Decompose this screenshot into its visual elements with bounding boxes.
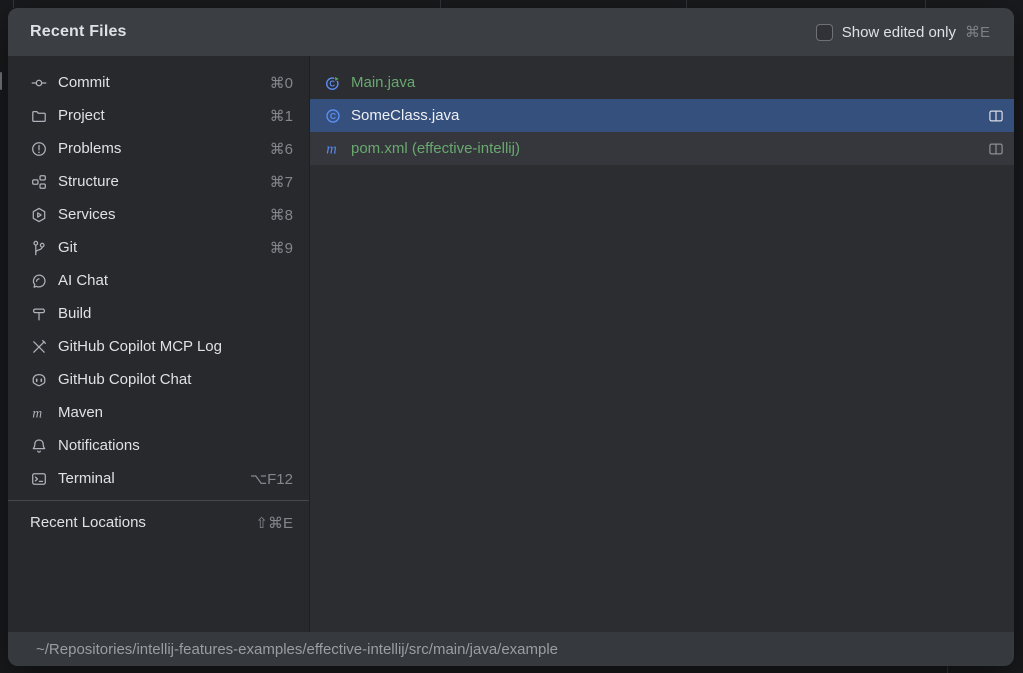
- commit-icon: [30, 74, 47, 91]
- sidebar-item-build[interactable]: Build: [8, 297, 309, 330]
- sidebar-item-label: Commit: [58, 74, 110, 91]
- file-name: pom.xml (effective-intellij): [351, 140, 520, 157]
- problems-icon: [30, 140, 47, 157]
- structure-icon: [30, 173, 47, 190]
- file-row-main-java[interactable]: C Main.java: [310, 66, 1014, 99]
- sidebar-item-project[interactable]: Project ⌘1: [8, 99, 309, 132]
- svg-text:m: m: [32, 405, 42, 420]
- sidebar-item-shortcut: ⌘8: [270, 206, 293, 224]
- sidebar-item-shortcut: ⌘6: [270, 140, 293, 158]
- popup-header: Recent Files Show edited only ⌘E: [8, 8, 1014, 56]
- tool-window-sidebar: Commit ⌘0 Project ⌘1 Problems ⌘6 Structure ⌘7 Se…: [8, 56, 310, 632]
- sidebar-item-shortcut: ⌘9: [270, 239, 293, 257]
- sidebar-item-label: Terminal: [58, 470, 115, 487]
- ide-panel-separator: [947, 666, 948, 673]
- sidebar-item-label: Git: [58, 239, 77, 256]
- services-icon: [30, 206, 47, 223]
- recent-locations-shortcut: ⇧⌘E: [255, 514, 293, 532]
- class-icon: C: [324, 107, 342, 124]
- show-edited-only-label[interactable]: Show edited only: [842, 24, 956, 41]
- selected-file-path: ~/Repositories/intellij-features-example…: [36, 641, 558, 658]
- ide-tab-separator: [13, 0, 14, 8]
- bell-icon: [30, 437, 47, 454]
- sidebar-item-problems[interactable]: Problems ⌘6: [8, 132, 309, 165]
- terminal-icon: [30, 470, 47, 487]
- open-in-split-icon[interactable]: [987, 107, 1004, 124]
- file-name: SomeClass.java: [351, 107, 459, 124]
- maven-icon: m: [30, 404, 47, 421]
- sidebar-item-label: Notifications: [58, 437, 140, 454]
- sidebar-item-github-copilot-mcp-log[interactable]: GitHub Copilot MCP Log: [8, 330, 309, 363]
- sidebar-item-shortcut: ⌥F12: [250, 470, 293, 488]
- sidebar-item-label: Build: [58, 305, 91, 322]
- sidebar-item-shortcut: ⌘7: [270, 173, 293, 191]
- sidebar-item-ai-chat[interactable]: AI Chat: [8, 264, 309, 297]
- sidebar-item-notifications[interactable]: Notifications: [8, 429, 309, 462]
- sidebar-divider: [8, 500, 309, 501]
- file-row-pom-xml-effective-intellij[interactable]: m pom.xml (effective-intellij): [310, 132, 1014, 165]
- maven-file-icon: m: [324, 140, 342, 157]
- sidebar-item-maven[interactable]: m Maven: [8, 396, 309, 429]
- open-in-split-icon[interactable]: [987, 140, 1004, 157]
- ai-chat-icon: [30, 272, 47, 289]
- ide-tab-separator: [925, 0, 926, 8]
- sidebar-item-label: Services: [58, 206, 116, 223]
- sidebar-item-label: GitHub Copilot Chat: [58, 371, 191, 388]
- recent-file-list: C Main.java C SomeClass.java m pom.xml (effec…: [310, 56, 1014, 632]
- ide-edge-notch: [0, 72, 2, 90]
- sidebar-item-shortcut: ⌘0: [270, 74, 293, 92]
- sidebar-item-structure[interactable]: Structure ⌘7: [8, 165, 309, 198]
- ide-tab-separator: [686, 0, 687, 8]
- recent-locations-label: Recent Locations: [30, 514, 146, 531]
- file-name: Main.java: [351, 74, 415, 91]
- svg-text:m: m: [326, 141, 336, 156]
- tools-icon: [30, 338, 47, 355]
- recent-files-popup: Recent Files Show edited only ⌘E Commit ⌘…: [8, 8, 1014, 666]
- folder-icon: [30, 107, 47, 124]
- show-edited-only-control[interactable]: Show edited only ⌘E: [816, 23, 990, 41]
- sidebar-item-label: AI Chat: [58, 272, 108, 289]
- sidebar-item-github-copilot-chat[interactable]: GitHub Copilot Chat: [8, 363, 309, 396]
- popup-footer: ~/Repositories/intellij-features-example…: [8, 632, 1014, 666]
- sidebar-item-shortcut: ⌘1: [270, 107, 293, 125]
- show-edited-only-shortcut: ⌘E: [965, 23, 990, 41]
- sidebar-item-label: Problems: [58, 140, 121, 157]
- sidebar-item-git[interactable]: Git ⌘9: [8, 231, 309, 264]
- git-branch-icon: [30, 239, 47, 256]
- hammer-icon: [30, 305, 47, 322]
- sidebar-item-services[interactable]: Services ⌘8: [8, 198, 309, 231]
- sidebar-item-recent-locations[interactable]: Recent Locations ⇧⌘E: [8, 506, 309, 539]
- sidebar-item-label: Structure: [58, 173, 119, 190]
- copilot-icon: [30, 371, 47, 388]
- sidebar-item-commit[interactable]: Commit ⌘0: [8, 66, 309, 99]
- sidebar-item-label: Project: [58, 107, 105, 124]
- ide-tab-separator: [440, 0, 441, 8]
- sidebar-item-terminal[interactable]: Terminal ⌥F12: [8, 462, 309, 495]
- file-row-someclass-java[interactable]: C SomeClass.java: [310, 99, 1014, 132]
- svg-text:C: C: [330, 111, 336, 121]
- show-edited-only-checkbox[interactable]: [816, 24, 833, 41]
- popup-content: Commit ⌘0 Project ⌘1 Problems ⌘6 Structure ⌘7 Se…: [8, 56, 1014, 632]
- sidebar-item-label: Maven: [58, 404, 103, 421]
- sidebar-item-label: GitHub Copilot MCP Log: [58, 338, 222, 355]
- run-class-icon: C: [324, 74, 342, 91]
- popup-title: Recent Files: [30, 23, 127, 41]
